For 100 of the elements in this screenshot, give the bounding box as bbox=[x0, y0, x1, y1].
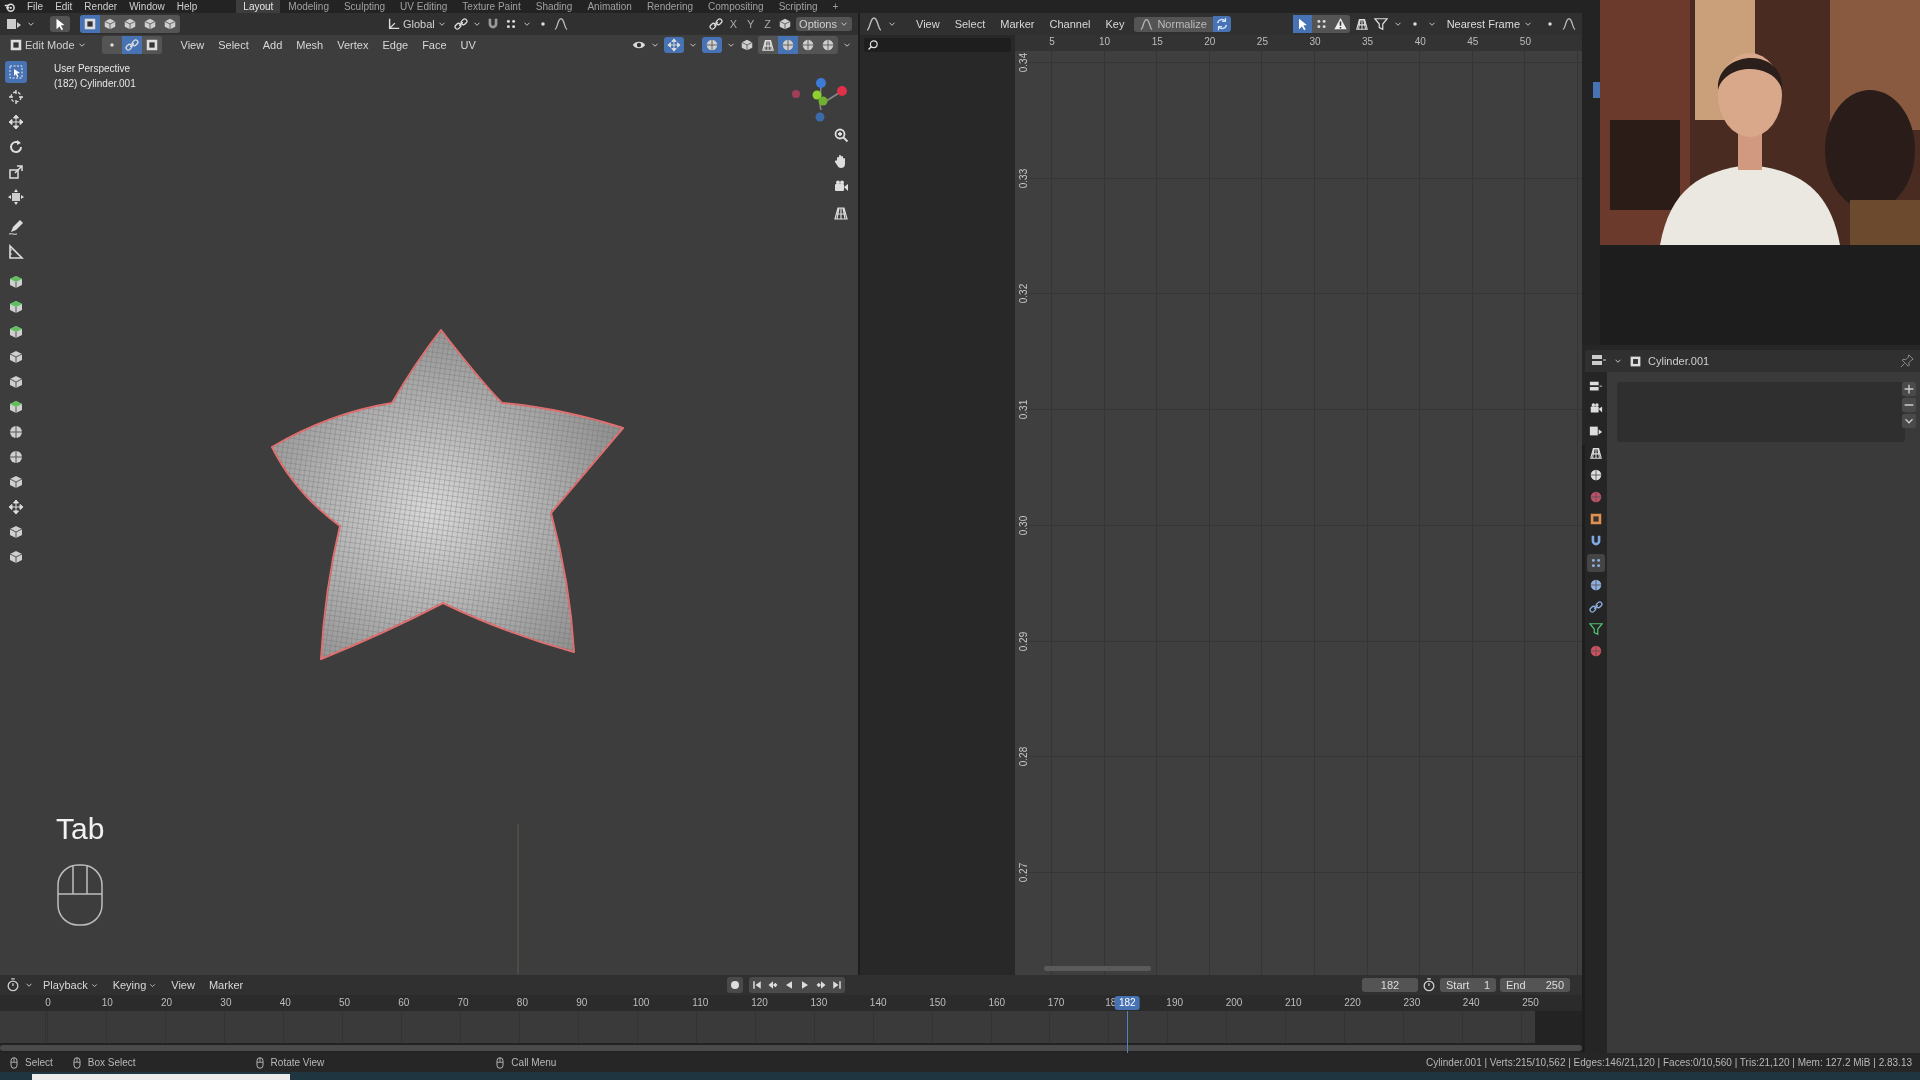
menu-item[interactable]: Playback bbox=[38, 979, 104, 991]
current-frame-field[interactable]: 182 bbox=[1362, 978, 1418, 992]
normalize-toggle[interactable]: Normalize bbox=[1134, 16, 1213, 32]
menu-item[interactable]: Key bbox=[1100, 18, 1130, 30]
menu-item[interactable]: Marker bbox=[203, 979, 249, 991]
menu-item[interactable]: Window bbox=[124, 0, 170, 13]
menu-item[interactable]: Edge bbox=[377, 39, 414, 51]
menu-item[interactable]: Render bbox=[79, 0, 123, 13]
object-icon bbox=[1629, 354, 1642, 368]
start-frame-field[interactable]: Start 1 bbox=[1440, 978, 1496, 992]
star-mesh-drawing[interactable] bbox=[271, 329, 624, 660]
menu-item[interactable]: UV bbox=[455, 39, 481, 51]
navigation-gizmo[interactable] bbox=[792, 78, 847, 122]
axis-toggle[interactable]: Z bbox=[761, 18, 775, 30]
frame-label: 160 bbox=[988, 997, 1006, 1008]
frame-label: 190 bbox=[1166, 997, 1184, 1008]
add-icon[interactable] bbox=[1902, 382, 1916, 396]
orientation-dropdown[interactable]: Global bbox=[384, 16, 450, 32]
select-box-icon[interactable] bbox=[5, 61, 27, 83]
overlay-toggle[interactable] bbox=[702, 37, 722, 53]
menu-item[interactable]: Keying bbox=[107, 979, 163, 991]
menu-item[interactable]: Mesh bbox=[291, 39, 329, 51]
workspace-tab[interactable]: Sculpting bbox=[336, 0, 393, 13]
menu-item[interactable]: Edit bbox=[50, 0, 78, 13]
refresh-button[interactable] bbox=[1212, 16, 1231, 32]
frame-label: 0 bbox=[45, 997, 51, 1008]
workspace-tab[interactable]: Compositing bbox=[701, 0, 771, 13]
search-field[interactable] bbox=[864, 38, 1011, 52]
frame-label: 100 bbox=[632, 997, 650, 1008]
select-tool-button[interactable] bbox=[50, 16, 70, 32]
falloff-icon[interactable] bbox=[553, 17, 568, 31]
selection-mode-icon[interactable] bbox=[80, 15, 100, 33]
frame-label: 230 bbox=[1403, 997, 1421, 1008]
workspace-tab[interactable]: Modeling bbox=[281, 0, 336, 13]
filter-icon[interactable] bbox=[1373, 17, 1388, 31]
dropdown-caret-icon[interactable] bbox=[1902, 414, 1916, 428]
frame-label: 25 bbox=[1256, 36, 1268, 47]
workspace-tab[interactable]: Animation bbox=[580, 0, 639, 13]
frame-label: 130 bbox=[810, 997, 828, 1008]
playhead-frame[interactable]: 182 bbox=[1114, 996, 1140, 1010]
refresh-icon bbox=[1214, 17, 1229, 31]
stopwatch-icon[interactable] bbox=[1422, 978, 1436, 992]
menu-item[interactable]: View bbox=[175, 39, 210, 51]
axis-toggle[interactable]: Y bbox=[744, 18, 758, 30]
curve-icon bbox=[1140, 17, 1154, 31]
snap-dropdown[interactable]: Nearest Frame bbox=[1441, 17, 1538, 31]
workspace-tab[interactable]: Texture Paint bbox=[455, 0, 528, 13]
solid-shading-icon[interactable] bbox=[778, 36, 798, 54]
menu-item[interactable]: Face bbox=[417, 39, 452, 51]
options-dropdown[interactable]: Options bbox=[796, 17, 852, 31]
value-label: 0.34 bbox=[1017, 51, 1029, 75]
remove-icon[interactable] bbox=[1902, 398, 1916, 412]
scrollbar[interactable] bbox=[1044, 966, 1151, 971]
editor-type-icon[interactable] bbox=[6, 978, 20, 992]
editor-type-icon[interactable] bbox=[6, 16, 22, 32]
value-label: 0.29 bbox=[1017, 630, 1029, 653]
workspace-tab[interactable]: Rendering bbox=[639, 0, 701, 13]
menu-item[interactable]: File bbox=[22, 0, 49, 13]
workspace-tab[interactable]: Layout bbox=[236, 0, 281, 13]
pin-icon[interactable] bbox=[1900, 354, 1914, 368]
gizmo-toggle[interactable] bbox=[664, 37, 684, 53]
frame-label: 120 bbox=[751, 997, 768, 1008]
menu-item[interactable]: Channel bbox=[1044, 18, 1096, 30]
workspace-tab[interactable]: Scripting bbox=[771, 0, 825, 13]
workspace-tab[interactable]: Shading bbox=[528, 0, 580, 13]
menu-item[interactable]: Vertex bbox=[332, 39, 374, 51]
scrollbar[interactable] bbox=[0, 1045, 1582, 1051]
frame-label: 150 bbox=[929, 997, 946, 1008]
add-workspace-button[interactable]: + bbox=[825, 0, 846, 13]
scene-stats: Cylinder.001 | Verts:215/10,562 | Edges:146/21,120 | Faces:0/10,560 | Tris:21,120 | Mem: 127.2 MiB | 2.83.13 bbox=[1426, 1057, 1912, 1068]
menu-item[interactable]: View bbox=[166, 979, 200, 991]
value-label: 0.33 bbox=[1017, 167, 1029, 190]
menu-item[interactable]: Add bbox=[257, 39, 288, 51]
value-label: 0.28 bbox=[1017, 745, 1029, 769]
constraint-icon[interactable] bbox=[1587, 598, 1605, 616]
edge-select-icon[interactable] bbox=[121, 36, 142, 54]
mode-dropdown[interactable]: Edit Mode bbox=[6, 37, 90, 53]
object-name: Cylinder.001 bbox=[1648, 355, 1710, 367]
menu-item[interactable]: View bbox=[911, 18, 945, 30]
end-frame-field[interactable]: End 250 bbox=[1500, 978, 1570, 992]
record-icon[interactable] bbox=[727, 977, 743, 993]
particles-icon[interactable] bbox=[1587, 554, 1605, 572]
overlay-icon bbox=[705, 38, 719, 52]
axis-toggle[interactable]: X bbox=[726, 18, 740, 30]
menu-item[interactable]: Select bbox=[213, 39, 254, 51]
menu-item[interactable]: Select bbox=[949, 18, 991, 30]
frame-label: 40 bbox=[1414, 36, 1426, 47]
falloff-icon[interactable] bbox=[1562, 17, 1576, 31]
value-label: 0.32 bbox=[1017, 283, 1029, 306]
status-hint: Rotate View bbox=[270, 1057, 325, 1068]
frame-label: 250 bbox=[1522, 997, 1539, 1008]
menu-item[interactable]: Help bbox=[171, 0, 203, 13]
mouse-icon bbox=[253, 1056, 266, 1069]
frame-label: 170 bbox=[1047, 997, 1065, 1008]
menu-item[interactable]: Marker bbox=[995, 18, 1040, 30]
axes-icon bbox=[387, 17, 401, 31]
mouse-icon bbox=[57, 864, 103, 926]
workspace-tab[interactable]: UV Editing bbox=[393, 0, 455, 13]
editor-type-icon[interactable] bbox=[866, 16, 882, 32]
view-name: User Perspective bbox=[54, 62, 131, 76]
